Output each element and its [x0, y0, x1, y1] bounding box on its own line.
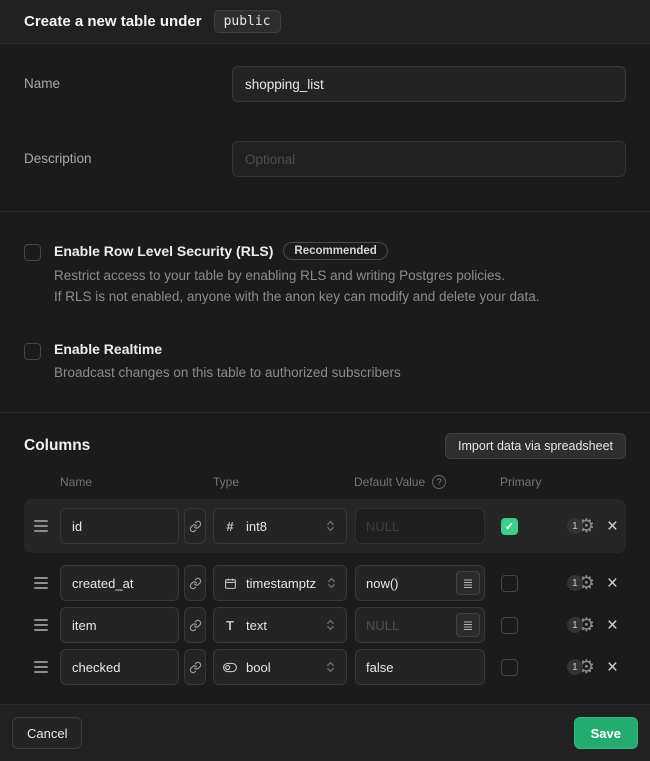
primary-checkbox[interactable]: [501, 575, 518, 592]
default-value-field: [355, 649, 485, 685]
header-type: Type: [213, 475, 354, 489]
calendar-icon: [223, 577, 237, 590]
name-label: Name: [24, 66, 232, 102]
description-row: Description: [24, 141, 626, 177]
realtime-checkbox[interactable]: [24, 343, 41, 360]
toggle-icon: [223, 662, 237, 673]
recommended-badge: Recommended: [283, 242, 387, 260]
column-row-id: # int8 ✓ 1 ⚙ ×: [24, 499, 626, 553]
modal-title: Create a new table under: [24, 13, 202, 30]
chevron-up-down-icon: [324, 660, 337, 674]
foreign-key-link-icon[interactable]: [184, 649, 206, 685]
columns-header: Columns Import data via spreadsheet: [24, 433, 626, 459]
hash-icon: #: [223, 519, 237, 534]
settings-count-badge: 1: [567, 518, 583, 534]
description-label: Description: [24, 141, 232, 177]
realtime-label: Enable Realtime: [54, 341, 162, 357]
import-spreadsheet-button[interactable]: Import data via spreadsheet: [445, 433, 626, 459]
primary-checkbox[interactable]: [501, 659, 518, 676]
column-name-input[interactable]: [60, 508, 179, 544]
drag-handle-icon[interactable]: [34, 661, 48, 673]
column-name-input[interactable]: [60, 565, 179, 601]
default-value-input[interactable]: [356, 650, 480, 684]
default-value-field: ≣: [355, 565, 485, 601]
column-type-select[interactable]: # int8: [213, 508, 347, 544]
suggestions-list-icon[interactable]: ≣: [456, 571, 480, 595]
column-name-input[interactable]: [60, 607, 179, 643]
options-section: Enable Row Level Security (RLS) Recommen…: [0, 212, 650, 412]
realtime-title-row: Enable Realtime: [54, 341, 401, 357]
column-row-checked: bool 1 ⚙ ×: [24, 646, 626, 688]
column-row-created-at: timestamptz ≣ 1 ⚙ ×: [24, 562, 626, 604]
header-default-value: Default Value: [354, 475, 425, 489]
table-name-input[interactable]: [232, 66, 626, 102]
text-icon: T: [223, 618, 237, 633]
header-primary: Primary: [500, 475, 541, 489]
rls-title-row: Enable Row Level Security (RLS) Recommen…: [54, 242, 540, 260]
default-value-field: ≣: [355, 607, 485, 643]
settings-count-badge: 1: [567, 617, 583, 633]
column-type-select[interactable]: timestamptz: [213, 565, 347, 601]
primary-checkbox[interactable]: [501, 617, 518, 634]
rls-description-line2: If RLS is not enabled, anyone with the a…: [54, 286, 540, 307]
primary-checkbox-checked[interactable]: ✓: [501, 518, 518, 535]
help-icon[interactable]: ?: [432, 475, 446, 489]
chevron-up-down-icon: [325, 576, 338, 590]
drag-handle-icon[interactable]: [34, 619, 48, 631]
column-table-headers: Name Type Default Value ? Primary: [24, 473, 626, 491]
columns-section: Columns Import data via spreadsheet Name…: [0, 413, 650, 696]
column-type-select[interactable]: bool: [213, 649, 347, 685]
column-type-select[interactable]: T text: [213, 607, 347, 643]
delete-column-icon[interactable]: ×: [607, 658, 618, 677]
foreign-key-link-icon[interactable]: [184, 565, 206, 601]
realtime-description: Broadcast changes on this table to autho…: [54, 362, 401, 383]
settings-count-badge: 1: [567, 575, 583, 591]
chevron-up-down-icon: [324, 618, 337, 632]
chevron-up-down-icon: [324, 519, 337, 533]
settings-count-badge: 1: [567, 659, 583, 675]
rls-checkbox[interactable]: [24, 244, 41, 261]
save-button[interactable]: Save: [574, 717, 638, 749]
default-value-input[interactable]: [356, 608, 456, 642]
delete-column-icon[interactable]: ×: [607, 517, 618, 536]
column-name-input[interactable]: [60, 649, 179, 685]
column-row-item: T text ≣ 1 ⚙ ×: [24, 604, 626, 646]
create-table-modal: Create a new table under public Name Des…: [0, 0, 650, 761]
suggestions-list-icon[interactable]: ≣: [456, 613, 480, 637]
table-description-input[interactable]: [232, 141, 626, 177]
foreign-key-link-icon[interactable]: [184, 508, 206, 544]
cancel-button[interactable]: Cancel: [12, 717, 82, 749]
rls-description-line1: Restrict access to your table by enablin…: [54, 265, 540, 286]
columns-title: Columns: [24, 437, 90, 455]
name-row: Name: [24, 66, 626, 102]
table-details-section: Name Description: [0, 44, 650, 211]
default-value-field: [355, 508, 485, 544]
delete-column-icon[interactable]: ×: [607, 616, 618, 635]
rls-label: Enable Row Level Security (RLS): [54, 243, 273, 259]
default-value-input[interactable]: [356, 566, 456, 600]
foreign-key-link-icon[interactable]: [184, 607, 206, 643]
modal-footer: Cancel Save: [0, 704, 650, 761]
realtime-option: Enable Realtime Broadcast changes on thi…: [24, 341, 626, 383]
default-value-input: [356, 509, 480, 543]
rls-option: Enable Row Level Security (RLS) Recommen…: [24, 242, 626, 307]
modal-header: Create a new table under public: [0, 0, 650, 44]
header-name: Name: [60, 475, 213, 489]
delete-column-icon[interactable]: ×: [607, 574, 618, 593]
schema-badge: public: [214, 10, 281, 33]
drag-handle-icon[interactable]: [34, 577, 48, 589]
drag-handle-icon[interactable]: [34, 520, 48, 532]
